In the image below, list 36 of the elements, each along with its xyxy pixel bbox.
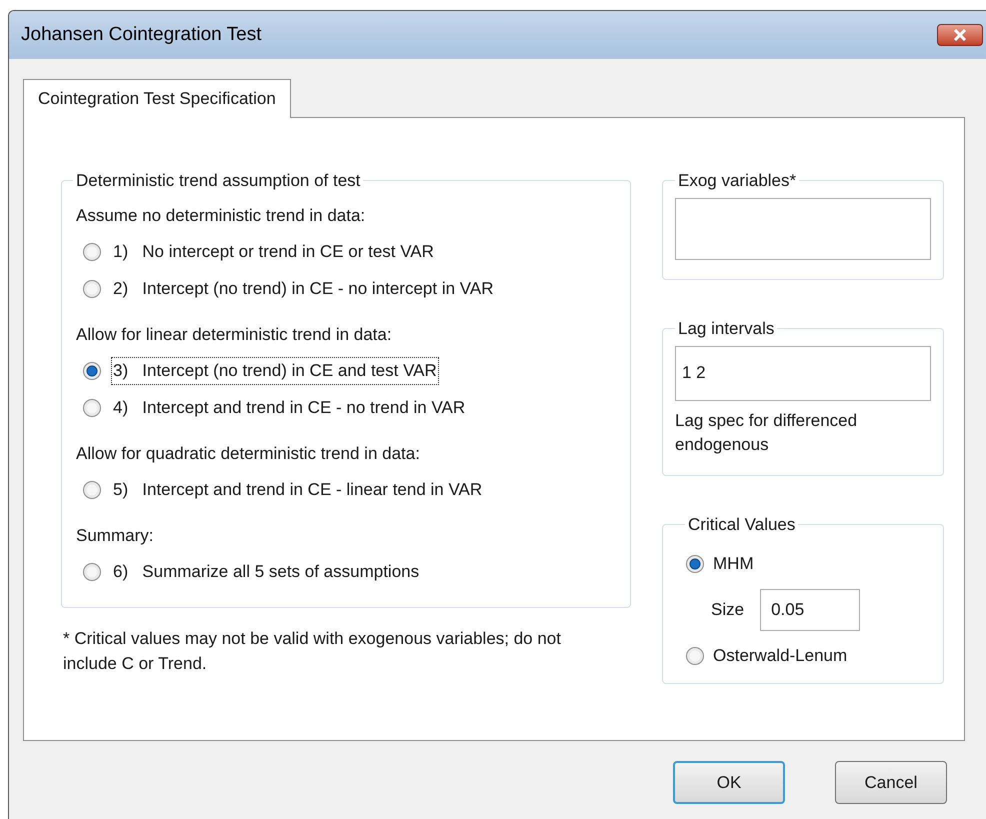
- section-heading: Allow for linear deterministic trend in data:: [76, 324, 393, 346]
- footnote-text: * Critical values may not be valid with exogenous variables; do not include C or Trend.: [63, 628, 562, 675]
- group-title: Exog variables*: [677, 170, 798, 192]
- group-title: Deterministic trend assumption of test: [75, 170, 362, 192]
- radio-button[interactable]: [685, 646, 705, 666]
- lag-note-text: Lag spec for differenced endogenous: [675, 410, 858, 456]
- close-icon: [953, 29, 967, 41]
- close-button[interactable]: [937, 24, 983, 46]
- radio-button[interactable]: [82, 480, 102, 500]
- dialog-button[interactable]: OK: [673, 761, 785, 804]
- radio-label[interactable]: Osterwald-Lenum: [713, 642, 848, 668]
- radio-button[interactable]: [82, 361, 102, 381]
- radio-label[interactable]: 1) No intercept or trend in CE or test VAR: [112, 239, 435, 265]
- radio-label[interactable]: 5) Intercept and trend in CE - linear tend in VAR: [112, 477, 484, 503]
- group-title: Lag intervals: [677, 318, 776, 340]
- radio-button[interactable]: [82, 279, 102, 299]
- radio-label[interactable]: MHM: [713, 550, 754, 576]
- radio-button[interactable]: [82, 242, 102, 262]
- radio-label[interactable]: 3) Intercept (no trend) in CE and test VAR: [112, 358, 438, 384]
- size-input-field[interactable]: 0.05: [760, 588, 860, 630]
- dialog-button[interactable]: Cancel: [835, 761, 947, 804]
- radio-label[interactable]: 6) Summarize all 5 sets of assumptions: [112, 559, 420, 585]
- window-title: Johansen Cointegration Test: [21, 22, 262, 47]
- group-title: Critical Values: [687, 514, 796, 536]
- exog-input-field[interactable]: [675, 198, 931, 260]
- radio-button[interactable]: [685, 554, 705, 574]
- radio-label[interactable]: 2) Intercept (no trend) in CE - no intercept in VAR: [112, 276, 494, 302]
- section-heading: Summary:: [76, 524, 154, 547]
- size-label: Size: [711, 598, 744, 621]
- lag-input-field[interactable]: 1 2: [675, 346, 931, 400]
- radio-button[interactable]: [82, 398, 102, 418]
- radio-button[interactable]: [82, 562, 102, 582]
- section-heading: Assume no deterministic trend in data:: [76, 204, 366, 227]
- radio-label[interactable]: 4) Intercept and trend in CE - no trend in VAR: [112, 395, 466, 421]
- section-heading: Allow for quadratic deterministic trend in data:: [76, 442, 421, 465]
- tab[interactable]: Cointegration Test Specification: [23, 79, 291, 118]
